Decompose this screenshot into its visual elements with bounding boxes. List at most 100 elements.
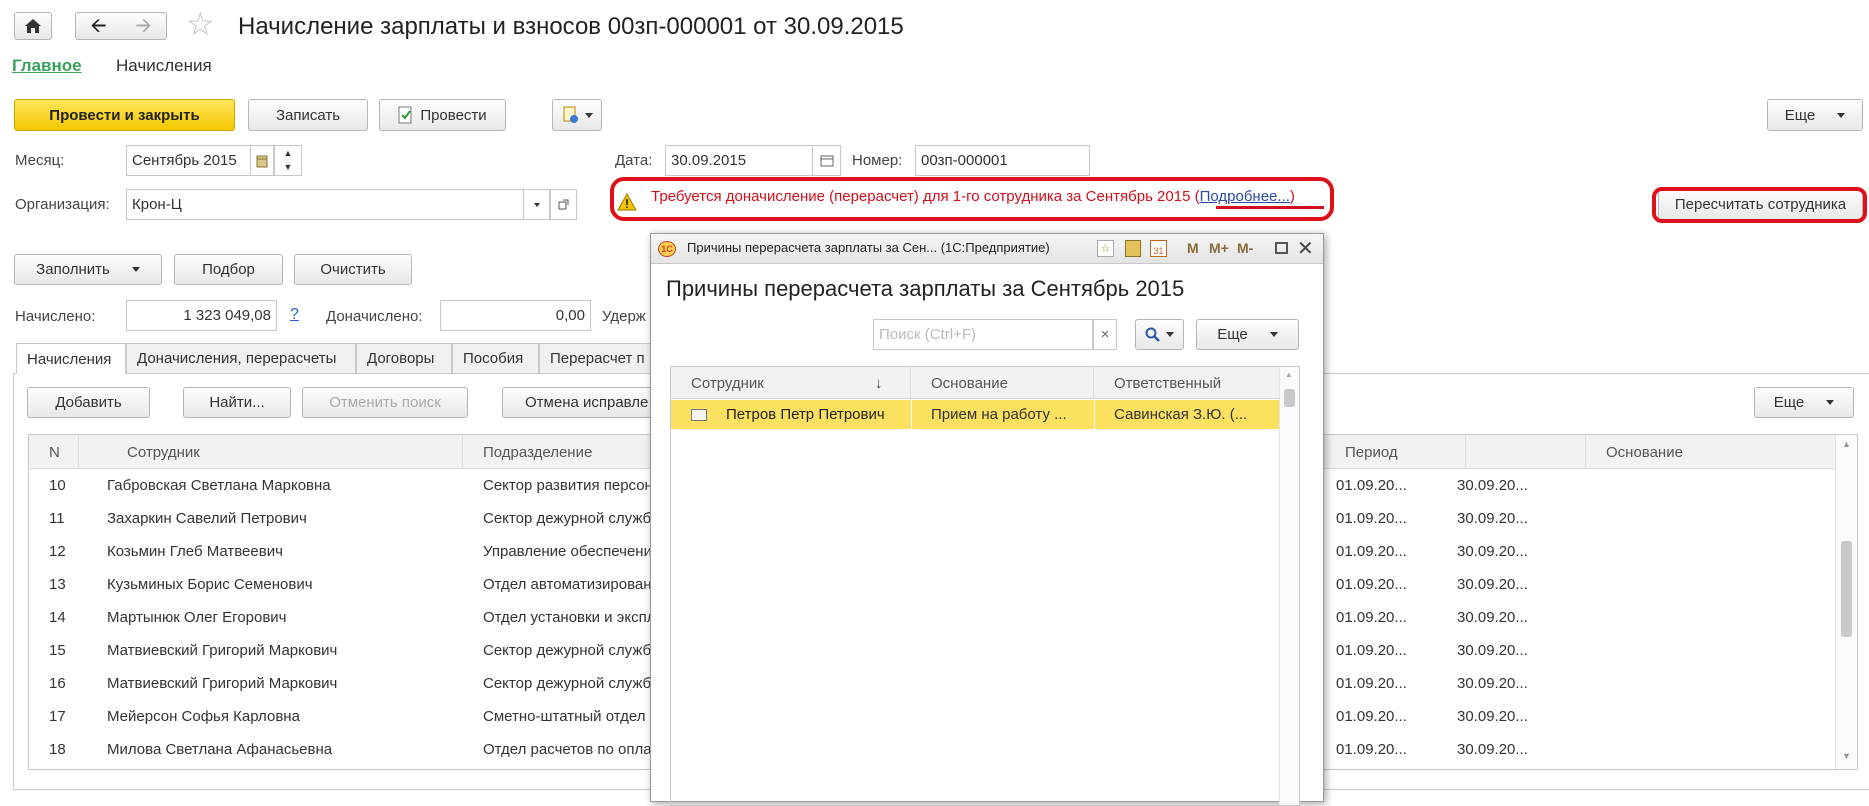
popup-table-row[interactable]: Петров Петр Петрович Прием на работу ...… — [671, 400, 1279, 429]
scroll-up-icon[interactable]: ▲ — [1842, 439, 1851, 449]
calculator-icon[interactable] — [1125, 240, 1141, 257]
scroll-thumb[interactable] — [1284, 389, 1295, 407]
tab-contracts[interactable]: Договоры — [356, 343, 452, 373]
organization-open-button[interactable] — [550, 189, 577, 220]
home-button[interactable] — [14, 12, 52, 40]
search-clear-button[interactable]: × — [1093, 319, 1117, 350]
col-employee[interactable]: Сотрудник — [79, 435, 463, 469]
find-button[interactable]: Найти... — [183, 387, 291, 418]
help-link[interactable]: ? — [290, 306, 299, 324]
popup-table: Сотрудник ↓ Основание Ответственный Петр… — [670, 366, 1300, 806]
popup-more-label: Еще — [1217, 326, 1248, 343]
more-button[interactable]: Еще — [1767, 99, 1863, 131]
month-value: Сентябрь 2015 — [132, 152, 237, 169]
number-field[interactable]: 00зп-000001 — [915, 145, 1090, 176]
popup-search-input[interactable]: Поиск (Ctrl+F) — [873, 319, 1093, 350]
table-more-button[interactable]: Еще — [1754, 387, 1854, 418]
calendar-icon[interactable]: 31 — [1150, 240, 1167, 257]
create-based-on-button[interactable] — [552, 99, 602, 131]
organization-label: Организация: — [15, 196, 110, 213]
pick-button[interactable]: Подбор — [174, 254, 283, 285]
page-title: Начисление зарплаты и взносов 00зп-00000… — [238, 13, 904, 40]
tab-extra-accruals[interactable]: Доначисления, перерасчеты — [126, 343, 356, 373]
scroll-down-icon[interactable]: ▼ — [1842, 751, 1851, 761]
forward-arrow-icon[interactable]: 🡪 — [135, 16, 151, 36]
fill-button[interactable]: Заполнить — [14, 254, 162, 285]
popup-col-reason[interactable]: Основание — [911, 367, 1094, 399]
clear-button[interactable]: Очистить — [294, 254, 412, 285]
popup-table-scrollbar[interactable]: ▲ — [1279, 367, 1299, 805]
nav-link-accruals[interactable]: Начисления — [116, 56, 212, 76]
popup-col-employee[interactable]: Сотрудник ↓ — [671, 367, 911, 399]
memory-plus-button[interactable]: M+ — [1209, 240, 1229, 256]
popup-col-employee-label: Сотрудник — [691, 374, 764, 392]
recalc-highlight-oval — [1652, 187, 1867, 223]
tab-benefits[interactable]: Пособия — [452, 343, 539, 373]
back-arrow-icon[interactable]: 🡨 — [90, 16, 106, 36]
cell-period-to: 30.09.20... — [1457, 477, 1528, 494]
organization-dropdown-button[interactable] — [523, 189, 550, 220]
month-spinner[interactable]: ▲ ▼ — [274, 145, 302, 176]
table-more-label: Еще — [1773, 394, 1805, 411]
col-n[interactable]: N — [29, 435, 79, 469]
scroll-thumb[interactable] — [1841, 541, 1852, 637]
popup-search-button[interactable] — [1135, 319, 1184, 350]
cancel-search-button[interactable]: Отменить поиск — [302, 387, 468, 418]
cancel-fix-button[interactable]: Отмена исправле — [502, 387, 662, 418]
favorite-star-icon[interactable]: ☆ — [186, 8, 215, 40]
sort-arrow-icon: ↓ — [875, 374, 883, 392]
scroll-up-icon[interactable]: ▲ — [1285, 370, 1293, 379]
post-and-close-button[interactable]: Провести и закрыть — [14, 99, 235, 131]
cell-period-from: 01.09.20... — [1336, 477, 1407, 494]
organization-value: Крон-Ц — [132, 196, 182, 213]
nav-link-main[interactable]: Главное — [12, 56, 82, 76]
cell-period-from: 01.09.20... — [1336, 576, 1407, 593]
cell-period-from: 01.09.20... — [1336, 675, 1407, 692]
memory-minus-button[interactable]: M- — [1237, 240, 1253, 256]
chevron-down-icon — [1166, 332, 1174, 337]
close-icon[interactable]: ✕ — [1297, 236, 1314, 261]
tab-accruals[interactable]: Начисления — [16, 343, 126, 374]
col-basis[interactable]: Основание — [1586, 435, 1835, 469]
cell-period-to: 30.09.20... — [1457, 708, 1528, 725]
cell-n: 15 — [49, 642, 66, 659]
cell-employee: Милова Светлана Афанасьевна — [107, 741, 333, 758]
popup-table-header: Сотрудник ↓ Основание Ответственный — [671, 367, 1279, 399]
add-button[interactable]: Добавить — [27, 387, 150, 418]
tab-recalc[interactable]: Перерасчет п — [539, 343, 659, 373]
cell-n: 10 — [49, 477, 66, 494]
date-calendar-button[interactable] — [812, 145, 841, 176]
popup-cell-employee: Петров Петр Петрович — [726, 406, 885, 423]
cell-employee: Кузьминых Борис Семенович — [107, 576, 313, 593]
spin-down-icon[interactable]: ▼ — [284, 163, 293, 172]
popup-col-responsible[interactable]: Ответственный — [1094, 367, 1279, 399]
memory-m-button[interactable]: M — [1187, 240, 1199, 256]
recalc-reasons-window: 1С Причины перерасчета зарплаты за Сен..… — [650, 233, 1324, 806]
extra-accrued-value: 0,00 — [555, 307, 585, 324]
chevron-down-icon — [1837, 112, 1846, 118]
spin-up-icon[interactable]: ▲ — [284, 148, 293, 158]
favorites-icon[interactable]: ☆ — [1097, 240, 1114, 257]
maximize-icon[interactable] — [1275, 242, 1288, 254]
table-scrollbar[interactable]: ▲ ▼ — [1835, 435, 1857, 769]
post-button[interactable]: Провести — [379, 99, 506, 131]
cell-period-to: 30.09.20... — [1457, 543, 1528, 560]
col-period-end[interactable] — [1466, 435, 1586, 469]
month-calendar-button[interactable] — [250, 145, 274, 176]
organization-field[interactable]: Крон-Ц — [126, 189, 540, 220]
window-titlebar: 1С Причины перерасчета зарплаты за Сен..… — [651, 234, 1323, 264]
cell-period-to: 30.09.20... — [1457, 741, 1528, 758]
clear-icon: × — [1100, 326, 1110, 343]
extra-accrued-label: Доначислено: — [326, 308, 423, 325]
cell-employee: Козьмин Глеб Матвеевич — [107, 543, 283, 560]
month-label: Месяц: — [15, 152, 65, 169]
popup-more-button[interactable]: Еще — [1196, 319, 1299, 350]
accrued-label: Начислено: — [15, 308, 96, 325]
cell-divider — [1094, 400, 1095, 429]
col-period[interactable]: Период — [1319, 435, 1466, 469]
cell-period-to: 30.09.20... — [1457, 609, 1528, 626]
cell-period-from: 01.09.20... — [1336, 510, 1407, 527]
home-icon — [25, 19, 41, 33]
chevron-down-icon — [1269, 332, 1278, 337]
save-button[interactable]: Записать — [248, 99, 368, 131]
